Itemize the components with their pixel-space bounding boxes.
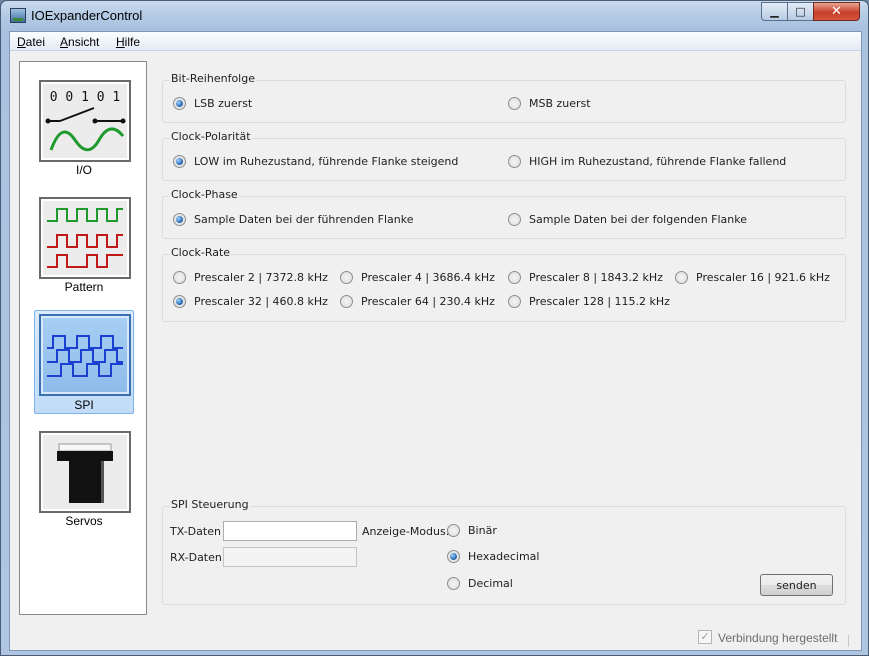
clock-phase-title: Clock-Phase — [170, 188, 239, 201]
tx-data-label: TX-Daten — [170, 525, 221, 538]
navigation-sidebar: 1 0 0 1 0 1 1 I/O — [19, 61, 147, 615]
radio-indicator — [508, 295, 521, 308]
pattern-waveform-icon — [39, 197, 131, 279]
radio-mode-binary[interactable]: Binär — [447, 524, 497, 537]
radio-phase-leading[interactable]: Sample Daten bei der führenden Flanke — [173, 213, 413, 226]
rx-data-field — [223, 547, 357, 567]
sidebar-item-label: Pattern — [64, 280, 104, 294]
menu-hilfe[interactable]: Hilfe — [116, 35, 140, 49]
spi-control-title: SPI Steuerung — [170, 498, 250, 511]
radio-indicator — [173, 155, 186, 168]
sidebar-item-servos[interactable]: Servos — [34, 427, 134, 531]
radio-polarity-low[interactable]: LOW im Ruhezustand, führende Flanke stei… — [173, 155, 458, 168]
minimize-button[interactable]: ▁ — [761, 2, 788, 21]
clock-polarity-title: Clock-Polarität — [170, 130, 252, 143]
menu-bar: Datei Ansicht Hilfe — [10, 32, 861, 51]
radio-polarity-high[interactable]: HIGH im Ruhezustand, führende Flanke fal… — [508, 155, 786, 168]
spi-waveform-icon — [39, 314, 131, 396]
radio-indicator — [447, 550, 460, 563]
display-mode-label: Anzeige-Modus: — [362, 525, 450, 538]
radio-indicator — [508, 97, 521, 110]
radio-prescaler-128[interactable]: Prescaler 128 | 115.2 kHz — [508, 295, 670, 308]
close-button[interactable]: ✕ — [813, 2, 860, 21]
radio-mode-hexadecimal[interactable]: Hexadecimal — [447, 550, 539, 563]
radio-prescaler-32[interactable]: Prescaler 32 | 460.8 kHz — [173, 295, 328, 308]
sidebar-item-spi[interactable]: SPI — [34, 310, 134, 414]
app-icon — [10, 8, 26, 23]
app-window: IOExpanderControl ▁ □ ✕ Datei Ansicht Hi… — [0, 0, 869, 656]
menu-datei[interactable]: Datei — [17, 35, 45, 49]
radio-prescaler-16[interactable]: Prescaler 16 | 921.6 kHz — [675, 271, 830, 284]
servo-icon — [39, 431, 131, 513]
radio-indicator — [675, 271, 688, 284]
clock-rate-title: Clock-Rate — [170, 246, 232, 259]
sidebar-item-label: SPI — [74, 398, 94, 412]
title-bar[interactable]: IOExpanderControl ▁ □ ✕ — [1, 1, 868, 31]
bit-order-group — [162, 80, 846, 123]
radio-prescaler-8[interactable]: Prescaler 8 | 1843.2 kHz — [508, 271, 663, 284]
radio-prescaler-64[interactable]: Prescaler 64 | 230.4 kHz — [340, 295, 495, 308]
radio-indicator — [173, 97, 186, 110]
maximize-button[interactable]: □ — [787, 2, 814, 21]
rx-data-label: RX-Daten — [170, 551, 222, 564]
radio-indicator — [173, 295, 186, 308]
sidebar-item-label: I/O — [75, 163, 92, 177]
radio-indicator — [340, 295, 353, 308]
window-title: IOExpanderControl — [31, 8, 143, 23]
radio-msb-first[interactable]: MSB zuerst — [508, 97, 591, 110]
radio-indicator — [173, 271, 186, 284]
radio-prescaler-4[interactable]: Prescaler 4 | 3686.4 kHz — [340, 271, 495, 284]
radio-indicator — [508, 213, 521, 226]
radio-indicator — [447, 524, 460, 537]
bit-order-title: Bit-Reihenfolge — [170, 72, 256, 85]
radio-indicator — [447, 577, 460, 590]
radio-indicator — [173, 213, 186, 226]
radio-indicator — [508, 271, 521, 284]
tx-data-input[interactable] — [223, 521, 357, 541]
radio-indicator — [340, 271, 353, 284]
radio-lsb-first[interactable]: LSB zuerst — [173, 97, 252, 110]
radio-phase-trailing[interactable]: Sample Daten bei der folgenden Flanke — [508, 213, 747, 226]
send-button[interactable]: senden — [760, 574, 833, 596]
connection-status-text: Verbindung hergestellt — [718, 631, 838, 645]
sidebar-item-io[interactable]: 1 0 0 1 0 1 1 I/O — [34, 76, 134, 180]
io-bits-text: 1 0 0 1 0 1 1 — [43, 90, 127, 105]
sidebar-item-pattern[interactable]: Pattern — [34, 193, 134, 297]
radio-mode-decimal[interactable]: Decimal — [447, 577, 513, 590]
menu-ansicht[interactable]: Ansicht — [60, 35, 99, 49]
connection-checkbox: ✓ — [698, 630, 712, 644]
radio-indicator — [508, 155, 521, 168]
resize-grip[interactable] — [848, 635, 858, 647]
clock-rate-group — [162, 254, 846, 322]
io-switch-icon: 1 0 0 1 0 1 1 — [39, 80, 131, 162]
client-area: Datei Ansicht Hilfe 1 0 0 1 0 1 1 — [9, 31, 862, 651]
status-bar: ✓ Verbindung hergestellt — [10, 625, 861, 650]
sidebar-item-label: Servos — [65, 514, 103, 528]
radio-prescaler-2[interactable]: Prescaler 2 | 7372.8 kHz — [173, 271, 328, 284]
